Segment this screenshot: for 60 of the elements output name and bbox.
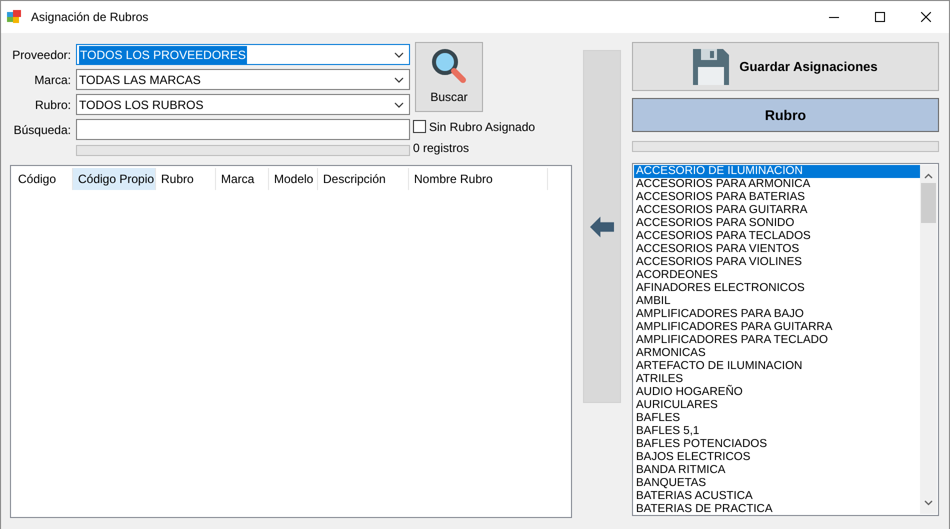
list-item[interactable]: ARMONICAS — [634, 347, 920, 360]
list-item[interactable]: AUDIO HOGAREÑO — [634, 386, 920, 399]
column-header[interactable]: Modelo — [269, 168, 318, 190]
save-button[interactable]: Guardar Asignaciones — [632, 42, 939, 91]
list-item[interactable]: BATERIAS ACUSTICA — [634, 490, 920, 503]
list-item[interactable]: BANQUETAS — [634, 477, 920, 490]
list-item[interactable]: AMPLIFICADORES PARA GUITARRA — [634, 321, 920, 334]
list-item[interactable]: BAFLES POTENCIADOS — [634, 438, 920, 451]
list-item[interactable]: ACCESORIOS PARA VIOLINES — [634, 256, 920, 269]
field-label: Búsqueda: — [12, 122, 72, 138]
list-item[interactable]: AURICULARES — [634, 399, 920, 412]
list-item[interactable]: BANDA RITMICA — [634, 464, 920, 477]
scrollbar-thumb[interactable] — [921, 183, 936, 223]
chevron-down-icon — [394, 76, 404, 82]
section-header: Rubro — [632, 98, 939, 132]
close-icon — [921, 12, 931, 22]
list-item[interactable]: ACCESORIOS PARA BATERIAS — [634, 191, 920, 204]
list-item[interactable]: ACORDEONES — [634, 269, 920, 282]
column-header[interactable]: Nombre Rubro — [409, 168, 548, 190]
search-field[interactable] — [76, 119, 410, 140]
arrow-left-icon — [590, 214, 614, 240]
maximize-icon — [875, 12, 885, 22]
list-item[interactable]: ACCESORIO DE ILUMINACION — [634, 165, 920, 178]
list-item[interactable]: ACCESORIOS PARA ARMONICA — [634, 178, 920, 191]
list-item[interactable]: ACCESORIOS PARA GUITARRA — [634, 204, 920, 217]
window-title: Asignación de Rubros — [31, 9, 148, 26]
field-label: Marca: — [33, 72, 72, 88]
column-header[interactable]: Descripción — [318, 168, 409, 190]
field-label: Proveedor: — [11, 46, 72, 64]
chevron-down-icon — [394, 102, 404, 108]
scroll-down-icon[interactable] — [924, 500, 933, 506]
list-item[interactable]: ACCESORIOS PARA TECLADOS — [634, 230, 920, 243]
list-item[interactable]: AFINADORES ELECTRONICOS — [634, 282, 920, 295]
search-button[interactable]: Buscar — [415, 42, 483, 112]
list-item[interactable]: ACCESORIOS PARA SONIDO — [634, 217, 920, 230]
list-item[interactable]: BAFLES 5,1 — [634, 425, 920, 438]
dropdown[interactable]: TODOS LOS PROVEEDORES — [76, 44, 410, 65]
field-label: Rubro: — [34, 96, 72, 114]
list-item[interactable]: AMBIL — [634, 295, 920, 308]
scroll-up-icon[interactable] — [924, 173, 933, 179]
list-item[interactable]: BAFLES — [634, 412, 920, 425]
dropdown[interactable]: TODAS LAS MARCAS — [76, 69, 410, 90]
column-header[interactable]: Código Propio — [73, 168, 156, 190]
list-item[interactable]: BATERIAS DE PRACTICA — [634, 503, 920, 514]
assign-button[interactable] — [583, 50, 621, 403]
column-header[interactable]: Marca — [216, 168, 269, 190]
record-count: 0 registros — [413, 140, 470, 157]
list-item[interactable]: ARTEFACTO DE ILUMINACION — [634, 360, 920, 373]
app-icon — [7, 10, 23, 24]
checkbox[interactable]: Sin Rubro Asignado — [413, 114, 536, 139]
list-item[interactable]: ACCESORIOS PARA VIENTOS — [634, 243, 920, 256]
list-item[interactable]: AMPLIFICADORES PARA BAJO — [634, 308, 920, 321]
list-item[interactable]: AMPLIFICADORES PARA TECLADO — [634, 334, 920, 347]
chevron-down-icon — [394, 52, 404, 58]
search-icon — [431, 48, 467, 84]
column-header[interactable]: Rubro — [156, 168, 216, 190]
dropdown[interactable]: TODOS LOS RUBROS — [76, 94, 410, 115]
list-item[interactable]: ATRILES — [634, 373, 920, 386]
scrollbar[interactable] — [920, 165, 937, 514]
list-item[interactable]: BAJOS ELECTRICOS — [634, 451, 920, 464]
